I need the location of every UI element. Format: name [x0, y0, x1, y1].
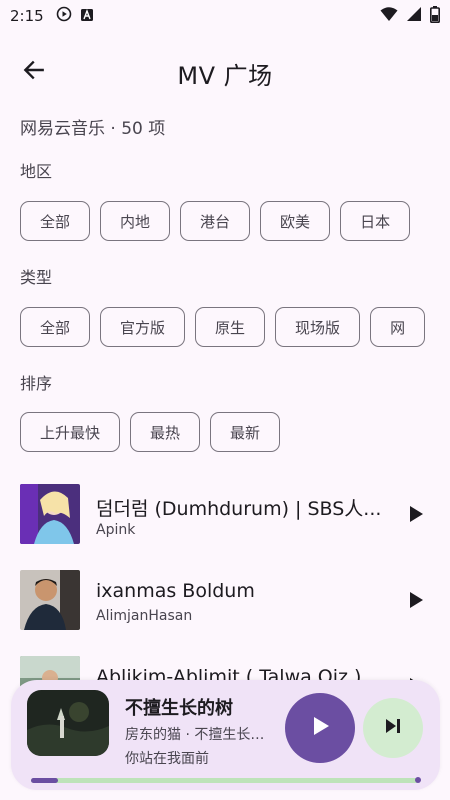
region-label: 地区 [20, 162, 53, 181]
sort-chip[interactable]: 上升最快 [20, 412, 121, 452]
type-chip[interactable]: 网 [370, 307, 426, 347]
play-button[interactable] [285, 693, 355, 763]
font-a-icon [80, 7, 94, 26]
mv-title: 덤더럼 (Dumhdurum) | SBS人... [96, 498, 382, 520]
sort-chips: 上升最快 最热 最新 [20, 412, 430, 452]
region-chip[interactable]: 欧美 [260, 201, 331, 241]
play-icon [308, 714, 332, 742]
now-playing-subtitle: 房东的猫 · 不擅生长的树 [125, 727, 265, 743]
mv-title: ixanmas Boldum [96, 580, 255, 602]
mv-thumbnail [20, 484, 80, 544]
region-chip[interactable]: 全部 [20, 201, 91, 241]
top-app-bar: MV 广场 [0, 44, 450, 100]
mini-player[interactable]: 不擅生长的树 房东的猫 · 不擅生长的树 你站在我面前 [11, 680, 440, 790]
region-chip[interactable]: 港台 [180, 201, 251, 241]
mv-artist: Apink [96, 522, 136, 538]
play-circle-icon [56, 6, 72, 26]
type-chip[interactable]: 官方版 [100, 307, 186, 347]
now-playing-lyric: 你站在我面前 [125, 751, 209, 767]
region-chips: 全部 内地 港台 欧美 日本 [20, 201, 430, 241]
sort-chip[interactable]: 最热 [130, 412, 201, 452]
album-art [27, 690, 109, 756]
mv-list-item[interactable]: 덤더럼 (Dumhdurum) | SBS人... Apink [0, 470, 450, 554]
skip-next-icon [383, 716, 403, 740]
region-chip[interactable]: 日本 [340, 201, 411, 241]
status-time: 2:15 [10, 7, 44, 25]
battery-icon [430, 5, 440, 27]
wifi-icon [380, 6, 398, 26]
sort-chip[interactable]: 最新 [210, 412, 281, 452]
status-bar: 2:15 [0, 0, 450, 32]
progress-end-dot [415, 777, 421, 783]
sort-label: 排序 [20, 374, 53, 393]
next-button[interactable] [363, 698, 423, 758]
now-playing-title: 不擅生长的树 [125, 698, 233, 719]
type-chips: 全部 官方版 原生 现场版 网 [20, 307, 430, 347]
progress-bar[interactable] [31, 777, 421, 783]
source-count: 网易云音乐 · 50 项 [20, 119, 166, 139]
signal-icon [406, 6, 422, 26]
play-icon[interactable] [406, 590, 426, 610]
mv-thumbnail [20, 570, 80, 630]
page-title: MV 广场 [177, 62, 273, 90]
region-chip[interactable]: 内地 [100, 201, 171, 241]
mv-list-item[interactable]: ixanmas Boldum AlimjanHasan [0, 556, 450, 640]
play-icon[interactable] [406, 504, 426, 524]
progress-fill [31, 778, 59, 783]
type-chip[interactable]: 原生 [195, 307, 266, 347]
mv-artist: AlimjanHasan [96, 608, 193, 624]
type-chip[interactable]: 全部 [20, 307, 91, 347]
type-label: 类型 [20, 268, 53, 287]
type-chip[interactable]: 现场版 [275, 307, 361, 347]
